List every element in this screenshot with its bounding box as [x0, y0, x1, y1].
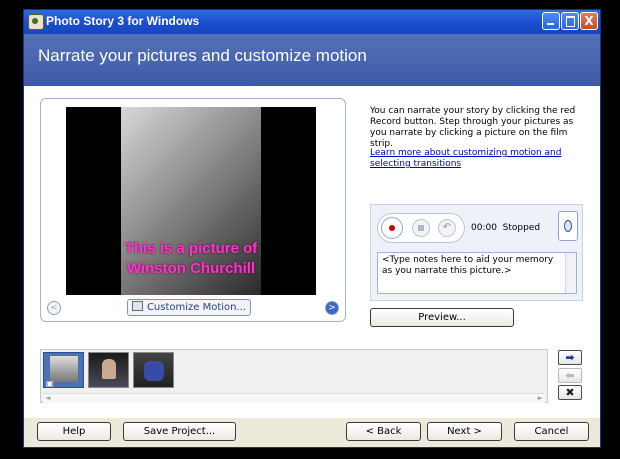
next-button[interactable]: Next >	[427, 422, 502, 441]
filmstrip-thumbnail[interactable]	[88, 352, 129, 388]
filmstrip-scrollbar[interactable]: ◄ ►	[43, 393, 545, 403]
overlay-line-1: This is a picture of	[124, 240, 258, 257]
recording-time: 00:00	[471, 223, 497, 233]
preview-button[interactable]: Preview...	[370, 308, 514, 327]
filmstrip-thumbnail[interactable]	[133, 352, 174, 388]
page-title: Narrate your pictures and customize moti…	[38, 46, 367, 65]
scroll-right-arrow-icon[interactable]: ►	[538, 394, 543, 403]
picture-text-overlay: This is a picture of Winston Churchill	[66, 239, 316, 279]
move-picture-left-button[interactable]: ⬅	[558, 368, 582, 383]
instructions-text: You can narrate your story by clicking t…	[370, 106, 576, 149]
picture-preview: This is a picture of Winston Churchill	[66, 107, 316, 295]
film-strip: ◄ ►	[40, 349, 548, 403]
recording-state: Stopped	[502, 223, 541, 233]
save-project-button[interactable]: Save Project...	[123, 422, 236, 441]
undo-narration-button[interactable]: ↶	[438, 219, 456, 237]
next-picture-button[interactable]: >	[325, 301, 339, 315]
customize-motion-icon	[131, 301, 143, 311]
narration-panel: ↶ 00:00 Stopped <Type notes here to aid …	[370, 204, 583, 301]
overlay-line-2: Winston Churchill	[126, 260, 256, 277]
title-bar[interactable]: Photo Story 3 for Windows X	[24, 10, 600, 34]
customize-motion-button[interactable]: Customize Motion...	[127, 299, 251, 316]
customize-motion-label: Customize Motion...	[146, 302, 247, 313]
back-button[interactable]: < Back	[346, 422, 421, 441]
cancel-button[interactable]: Cancel	[514, 422, 589, 441]
close-button[interactable]: X	[580, 12, 598, 30]
microphone-icon[interactable]	[558, 211, 578, 241]
maximize-button[interactable]	[561, 12, 579, 30]
photo-story-app-icon	[28, 14, 44, 30]
remove-picture-button[interactable]: ✖	[558, 385, 582, 400]
wizard-header: Narrate your pictures and customize moti…	[24, 34, 600, 86]
narration-notes-input[interactable]: <Type notes here to aid your memory as y…	[377, 252, 577, 294]
filmstrip-thumbnail[interactable]	[43, 352, 84, 388]
recording-controls: ↶	[377, 213, 465, 243]
window-title: Photo Story 3 for Windows	[46, 14, 200, 28]
wizard-content: This is a picture of Winston Churchill <…	[24, 86, 600, 418]
minimize-button[interactable]	[542, 12, 560, 30]
picture-preview-panel: This is a picture of Winston Churchill <…	[40, 98, 346, 322]
move-picture-right-button[interactable]: ➡	[558, 350, 582, 365]
app-window: Photo Story 3 for Windows X Narrate your…	[23, 9, 601, 448]
learn-more-link[interactable]: Learn more about customizing motion and …	[370, 148, 590, 170]
help-button[interactable]: Help	[37, 422, 111, 441]
scroll-left-arrow-icon[interactable]: ◄	[45, 394, 50, 403]
notes-placeholder: <Type notes here to aid your memory as y…	[382, 255, 554, 276]
previous-picture-button[interactable]: <	[47, 301, 61, 315]
notes-scrollbar[interactable]	[565, 253, 576, 293]
record-button[interactable]	[381, 217, 403, 239]
stop-button[interactable]	[412, 219, 430, 237]
recording-status: 00:00 Stopped	[471, 223, 540, 233]
